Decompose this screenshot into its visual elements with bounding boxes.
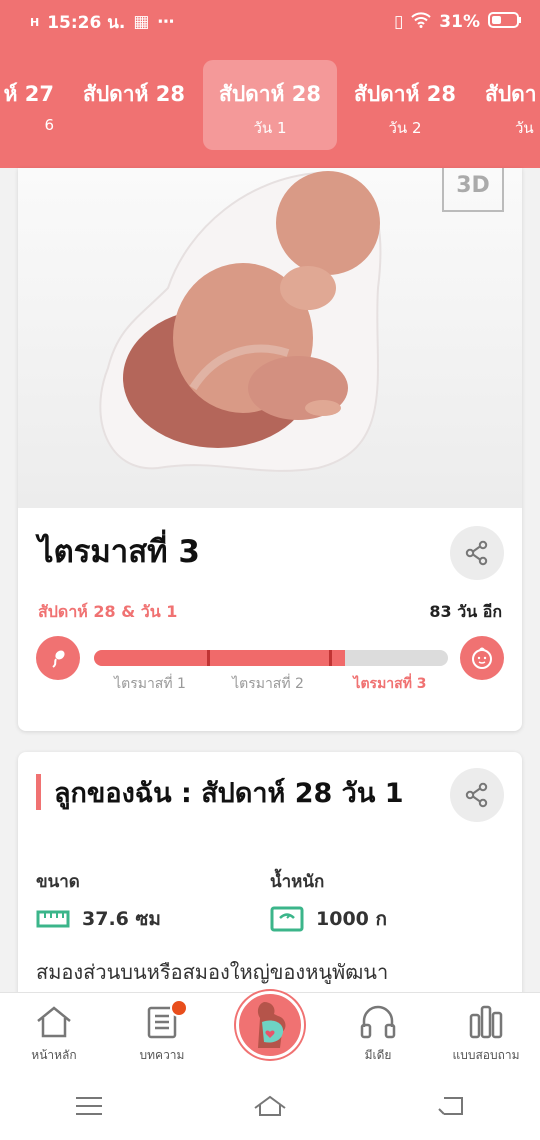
weight-value: 1000 ก <box>316 908 387 930</box>
nav-home[interactable]: หน้าหลัก <box>4 1005 104 1065</box>
home-icon <box>37 1006 71 1038</box>
nav-media-label: มีเดีย <box>364 1048 392 1062</box>
trimester-card: 3D ไตรมาสที่ 3 สัปดาห์ 28 & วัน 1 83 วัน… <box>18 168 522 731</box>
bottom-navigation: หน้าหลัก บทความ มีเดีย แบบสอบถาม <box>0 991 540 1076</box>
current-week-label: สัปดาห์ 28 & วัน 1 <box>38 602 178 621</box>
network-type: H <box>30 15 40 29</box>
pregnant-woman-icon <box>257 1002 286 1048</box>
trimester-1-label: ไตรมาสที่ 1 <box>114 676 186 692</box>
progress-fill <box>94 650 346 666</box>
time: 15:26 น. <box>47 12 126 33</box>
tab-title: สัปดาห์ 28 <box>354 82 456 106</box>
week-tabs: ห์ 27 6 สัปดาห์ 28 สัปดาห์ 28 วัน 1 สัปด… <box>0 44 540 168</box>
tab-title: สัปดาห์ 28 <box>219 82 321 106</box>
3d-badge-icon[interactable]: 3D <box>442 168 504 212</box>
share-icon <box>465 540 488 566</box>
sperm-icon <box>36 636 80 680</box>
baby-face-icon <box>460 636 504 680</box>
tab-week-28-day-2[interactable]: สัปดาห์ 28 วัน 2 <box>338 60 472 150</box>
tab-week-27-day-6[interactable]: ห์ 27 6 <box>0 60 54 150</box>
tab-subtitle: 6 <box>44 116 54 134</box>
trimester-2-marker <box>329 650 332 666</box>
trimester-progress-bar <box>94 650 448 666</box>
baby-card-title: ลูกของฉัน : สัปดาห์ 28 วัน 1 <box>54 778 404 809</box>
trimester-title: ไตรมาสที่ 3 <box>38 534 200 570</box>
pregnancy-home-button[interactable] <box>236 991 304 1059</box>
status-bar: H 15:26 น. ▦ ⋯ ▯ 31% <box>0 0 540 44</box>
notification-badge <box>170 999 188 1017</box>
size-value: 37.6 ซม <box>82 908 161 930</box>
nav-articles-label: บทความ <box>139 1048 185 1062</box>
home-system-icon[interactable] <box>252 1094 288 1122</box>
tab-week-28[interactable]: สัปดาห์ 28 <box>67 60 201 150</box>
battery-level: 31% <box>439 12 480 32</box>
headphones-icon <box>360 1005 396 1039</box>
tab-week-28-day-1[interactable]: สัปดาห์ 28 วัน 1 <box>203 60 337 150</box>
weight-label: น้ำหนัก <box>270 872 325 892</box>
scale-icon <box>270 906 304 932</box>
size-label: ขนาด <box>36 872 80 892</box>
nav-home-label: หน้าหลัก <box>31 1048 77 1062</box>
baby-info-card: ลูกของฉัน : สัปดาห์ 28 วัน 1 ขนาด 37.6 ซ… <box>18 752 522 1012</box>
3d-badge-label: 3D <box>456 173 490 198</box>
tab-week-28-day-3[interactable]: สัปดา วัน <box>485 60 540 150</box>
title-accent-bar <box>36 774 41 810</box>
tab-subtitle: วัน 1 <box>253 119 287 137</box>
nav-survey-label: แบบสอบถาม <box>452 1048 520 1062</box>
menu-icon[interactable] <box>74 1094 104 1122</box>
storage-icon: ▦ <box>133 12 150 32</box>
tab-title: สัปดา <box>485 82 537 106</box>
share-button[interactable] <box>450 768 504 822</box>
fetus-3d-viewer[interactable]: 3D <box>18 168 522 508</box>
tab-subtitle: วัน 2 <box>388 119 422 137</box>
days-left: 83 วัน อีก <box>429 602 502 621</box>
back-icon[interactable] <box>436 1094 466 1122</box>
bar-chart-icon <box>469 1005 503 1039</box>
size-stat: 37.6 ซม <box>36 904 161 934</box>
tab-subtitle: วัน <box>515 119 534 137</box>
vibrate-icon: ▯ <box>393 12 404 32</box>
share-icon <box>465 782 488 808</box>
weight-stat: 1000 ก <box>270 904 387 934</box>
share-button[interactable] <box>450 526 504 580</box>
fetus-image <box>99 171 382 472</box>
nav-articles[interactable]: บทความ <box>112 999 212 1065</box>
battery-icon <box>488 11 522 33</box>
nav-survey[interactable]: แบบสอบถาม <box>436 1005 536 1065</box>
wifi-icon <box>411 11 431 33</box>
trimester-2-label: ไตรมาสที่ 2 <box>232 676 304 692</box>
nav-media[interactable]: มีเดีย <box>328 1005 428 1065</box>
trimester-3-label: ไตรมาสที่ 3 <box>353 676 427 692</box>
more-icon: ⋯ <box>157 12 175 32</box>
tab-title: ห์ 27 <box>3 82 54 106</box>
system-navigation-bar <box>0 1076 540 1140</box>
ruler-icon <box>36 910 70 928</box>
trimester-1-marker <box>207 650 210 666</box>
tab-title: สัปดาห์ 28 <box>83 82 185 106</box>
baby-description: สมองส่วนบนหรือสมองใหญ่ของหนูพัฒนา <box>36 960 389 984</box>
